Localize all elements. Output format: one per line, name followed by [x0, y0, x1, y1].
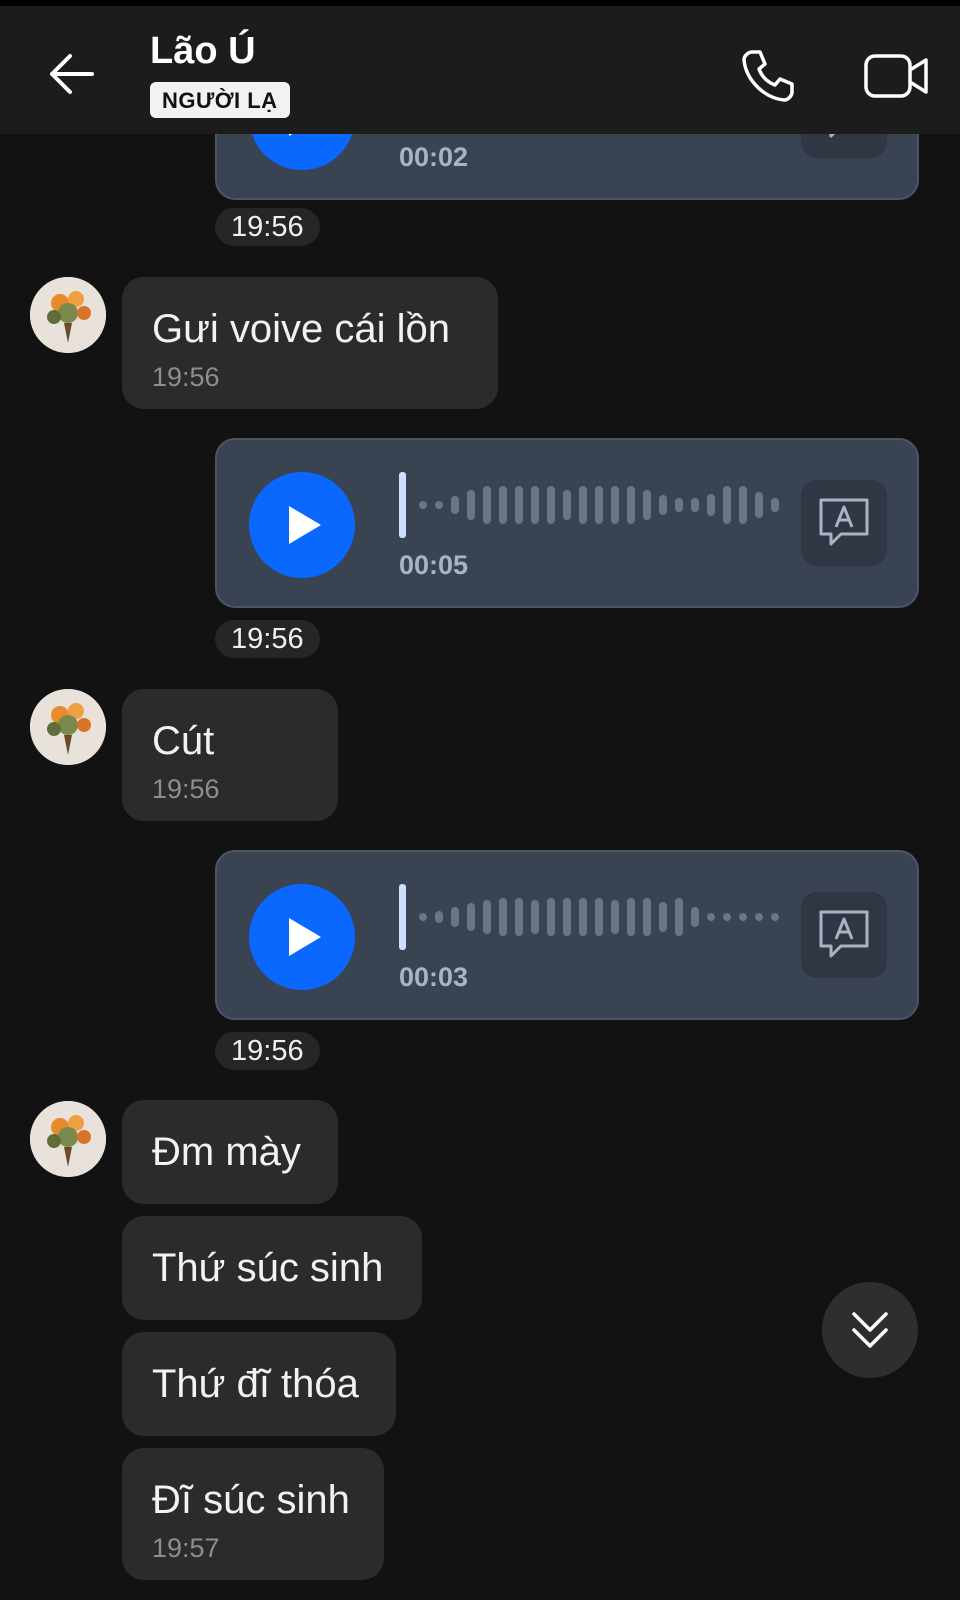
message-time: 19:56 — [215, 1032, 320, 1070]
play-icon — [289, 918, 321, 956]
voice-duration: 00:05 — [399, 550, 469, 580]
transcribe-text-icon — [819, 910, 869, 958]
back-button[interactable] — [44, 46, 100, 102]
flower-bouquet-avatar — [30, 277, 106, 353]
double-chevron-down-icon — [852, 1312, 888, 1348]
contact-avatar[interactable] — [30, 1101, 106, 1177]
contact-avatar[interactable] — [30, 689, 106, 765]
play-icon — [289, 506, 321, 544]
voice-message[interactable]: 00:03 — [215, 850, 919, 1020]
flower-bouquet-avatar — [30, 1101, 106, 1177]
incoming-message[interactable]: Đĩ súc sinh 19:57 — [122, 1448, 384, 1580]
video-call-button[interactable] — [862, 46, 932, 106]
transcribe-text-icon — [819, 498, 869, 546]
contact-name[interactable]: Lão Ú — [150, 30, 256, 73]
incoming-message[interactable]: Gưi voive cái lồn 19:56 — [122, 277, 498, 409]
play-button[interactable] — [249, 472, 355, 578]
video-camera-icon — [864, 54, 928, 98]
waveform[interactable] — [399, 882, 779, 952]
message-time: 19:56 — [152, 362, 220, 392]
chat-header: Lão Ú NGƯỜI LẠ — [0, 0, 960, 134]
message-time: 19:57 — [152, 1533, 220, 1563]
arrow-left-icon — [50, 54, 94, 94]
message-text: Cút — [152, 719, 215, 763]
message-time: 19:56 — [215, 620, 320, 658]
incoming-message[interactable]: Cút 19:56 — [122, 689, 338, 821]
voice-duration: 00:02 — [399, 142, 469, 172]
waveform[interactable] — [399, 470, 779, 540]
stranger-badge: NGƯỜI LẠ — [150, 82, 290, 118]
voice-duration: 00:03 — [399, 962, 469, 992]
message-text: Đm mày — [152, 1130, 301, 1174]
incoming-message[interactable]: Đm mày — [122, 1100, 338, 1204]
message-text: Gưi voive cái lồn — [152, 307, 451, 351]
message-text: Thứ súc sinh — [152, 1246, 384, 1290]
contact-avatar[interactable] — [30, 277, 106, 353]
message-text: Thứ đĩ thóa — [152, 1362, 359, 1406]
incoming-message[interactable]: Thứ đĩ thóa — [122, 1332, 396, 1436]
message-time: 19:56 — [152, 774, 220, 804]
play-button[interactable] — [249, 884, 355, 990]
voice-message[interactable]: 00:05 — [215, 438, 919, 608]
message-text: Đĩ súc sinh — [152, 1478, 350, 1522]
flower-bouquet-avatar — [30, 689, 106, 765]
scroll-to-bottom-button[interactable] — [822, 1282, 918, 1378]
voice-call-button[interactable] — [738, 46, 798, 106]
message-time: 19:56 — [215, 208, 320, 246]
transcribe-button[interactable] — [801, 480, 887, 566]
phone-icon — [742, 50, 794, 102]
incoming-message[interactable]: Thứ súc sinh — [122, 1216, 422, 1320]
transcribe-button[interactable] — [801, 892, 887, 978]
